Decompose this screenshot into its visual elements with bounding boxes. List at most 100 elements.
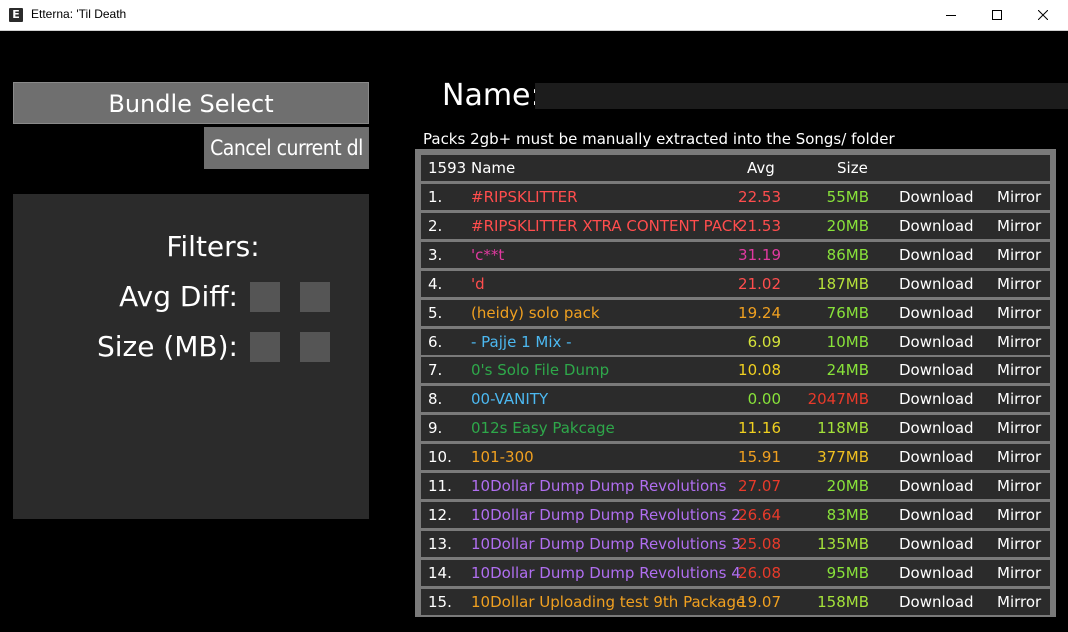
pack-name: (heidy) solo pack	[471, 303, 600, 322]
mirror-button[interactable]: Mirror	[997, 357, 1041, 383]
row-index: 12.	[428, 505, 452, 524]
mirror-button[interactable]: Mirror	[997, 415, 1041, 441]
pack-row[interactable]: 12. 10Dollar Dump Dump Revolutions 2 26.64…	[421, 501, 1050, 528]
pack-avg-diff: 19.24	[738, 303, 781, 322]
pack-row[interactable]: 5. (heidy) solo pack 19.24 76MB Download Mirr…	[421, 299, 1050, 326]
download-button[interactable]: Download	[899, 271, 974, 297]
pack-avg-diff: 0.00	[747, 390, 781, 409]
name-label: Name:	[442, 78, 541, 113]
pack-name: #RIPSKLITTER	[471, 188, 578, 206]
download-button[interactable]: Download	[899, 386, 974, 412]
window-title: Etterna: 'Til Death	[31, 7, 127, 21]
download-button[interactable]: Download	[899, 300, 974, 326]
maximize-button[interactable]	[974, 0, 1020, 30]
mirror-button[interactable]: Mirror	[997, 531, 1041, 557]
filters-title: Filters:	[166, 230, 260, 263]
pack-row[interactable]: 7. 0's Solo File Dump 10.08 24MB Download Mir…	[421, 357, 1050, 384]
name-column-header[interactable]: Name	[471, 155, 515, 181]
pack-size: 118MB	[817, 419, 869, 438]
download-button[interactable]: Download	[899, 444, 974, 470]
row-index: 13.	[428, 534, 452, 553]
pack-name: 'c**t	[471, 245, 505, 264]
avg-diff-label: Avg Diff:	[119, 280, 238, 313]
pack-table: 1593 Name Avg Size 1. #RIPSKLITTER 22.53 55…	[415, 149, 1056, 617]
row-index: 4.	[428, 274, 443, 293]
size-max-input[interactable]	[300, 332, 330, 362]
pack-avg-diff: 26.64	[738, 505, 781, 524]
size-min-input[interactable]	[250, 332, 280, 362]
mirror-button[interactable]: Mirror	[997, 473, 1041, 499]
minimize-button[interactable]	[928, 0, 974, 30]
row-index: 9.	[428, 419, 443, 438]
row-index: 2.	[428, 216, 443, 235]
avg-column-header[interactable]: Avg	[747, 155, 775, 181]
pack-name: 10Dollar Dump Dump Revolutions 2	[471, 505, 741, 524]
pack-avg-diff: 21.02	[738, 274, 781, 293]
name-search-input[interactable]	[535, 83, 1068, 109]
download-button[interactable]: Download	[899, 213, 974, 239]
pack-size: 95MB	[826, 563, 869, 582]
mirror-button[interactable]: Mirror	[997, 242, 1041, 268]
pack-row[interactable]: 13. 10Dollar Dump Dump Revolutions 3 25.08…	[421, 530, 1050, 557]
pack-size: 135MB	[817, 534, 869, 553]
pack-row[interactable]: 14. 10Dollar Dump Dump Revolutions 4 26.08…	[421, 559, 1050, 586]
pack-count: 1593	[428, 159, 467, 177]
pack-row[interactable]: 6. - Pajje 1 Mix - 6.09 10MB Download Mirror	[421, 328, 1050, 355]
mirror-button[interactable]: Mirror	[997, 329, 1041, 355]
pack-size: 24MB	[826, 361, 869, 380]
row-index: 10.	[428, 448, 452, 467]
download-button[interactable]: Download	[899, 242, 974, 268]
pack-row[interactable]: 15. 10Dollar Uploading test 9th Package 19…	[421, 588, 1050, 615]
cancel-download-button[interactable]: Cancel current dl	[204, 127, 369, 169]
pack-avg-diff: 15.91	[738, 448, 781, 467]
avg-diff-min-input[interactable]	[250, 282, 280, 312]
download-button[interactable]: Download	[899, 184, 974, 210]
row-index: 14.	[428, 563, 452, 582]
pack-name: 101-300	[471, 448, 534, 467]
pack-row[interactable]: 1. #RIPSKLITTER 22.53 55MB Download Mirror	[421, 184, 1050, 210]
mirror-button[interactable]: Mirror	[997, 300, 1041, 326]
pack-row[interactable]: 9. 012s Easy Pakcage 11.16 118MB Download Mir…	[421, 415, 1050, 442]
close-button[interactable]	[1020, 0, 1066, 30]
download-button[interactable]: Download	[899, 502, 974, 528]
download-button[interactable]: Download	[899, 560, 974, 586]
maximize-icon	[992, 10, 1002, 20]
pack-size: 10MB	[826, 332, 869, 351]
pack-avg-diff: 25.08	[738, 534, 781, 553]
pack-size: 83MB	[826, 505, 869, 524]
download-button[interactable]: Download	[899, 329, 974, 355]
pack-avg-diff: 6.09	[747, 332, 781, 351]
size-column-header[interactable]: Size	[837, 155, 868, 181]
pack-row[interactable]: 8. 00-VANITY 0.00 2047MB Download Mirror	[421, 386, 1050, 413]
mirror-button[interactable]: Mirror	[997, 560, 1041, 586]
avg-diff-max-input[interactable]	[300, 282, 330, 312]
pack-size: 377MB	[817, 448, 869, 467]
mirror-button[interactable]: Mirror	[997, 271, 1041, 297]
mirror-button[interactable]: Mirror	[997, 589, 1041, 615]
pack-name: #RIPSKLITTER XTRA CONTENT PACK	[471, 216, 743, 235]
mirror-button[interactable]: Mirror	[997, 444, 1041, 470]
row-index: 8.	[428, 390, 443, 409]
pack-avg-diff: 31.19	[738, 245, 781, 264]
mirror-button[interactable]: Mirror	[997, 184, 1041, 210]
pack-size: 76MB	[826, 303, 869, 322]
download-button[interactable]: Download	[899, 473, 974, 499]
pack-row[interactable]: 3. 'c**t 31.19 86MB Download Mirror	[421, 241, 1050, 268]
size-label: Size (MB):	[96, 330, 238, 363]
pack-name: 00-VANITY	[471, 390, 549, 409]
bundle-select-button[interactable]: Bundle Select	[13, 82, 369, 124]
download-button[interactable]: Download	[899, 415, 974, 441]
download-button[interactable]: Download	[899, 357, 974, 383]
mirror-button[interactable]: Mirror	[997, 386, 1041, 412]
pack-row[interactable]: 2. #RIPSKLITTER XTRA CONTENT PACK 21.53 20M…	[421, 212, 1050, 239]
mirror-button[interactable]: Mirror	[997, 213, 1041, 239]
pack-row[interactable]: 10. 101-300 15.91 377MB Download Mirror	[421, 444, 1050, 471]
download-button[interactable]: Download	[899, 589, 974, 615]
pack-row[interactable]: 11. 10Dollar Dump Dump Revolutions 27.07 20…	[421, 473, 1050, 499]
download-button[interactable]: Download	[899, 531, 974, 557]
pack-name: 0's Solo File Dump	[471, 361, 610, 380]
title-bar: E Etterna: 'Til Death	[0, 0, 1068, 31]
pack-name: 'd	[471, 274, 485, 293]
pack-row[interactable]: 4. 'd 21.02 187MB Download Mirror	[421, 270, 1050, 297]
mirror-button[interactable]: Mirror	[997, 502, 1041, 528]
